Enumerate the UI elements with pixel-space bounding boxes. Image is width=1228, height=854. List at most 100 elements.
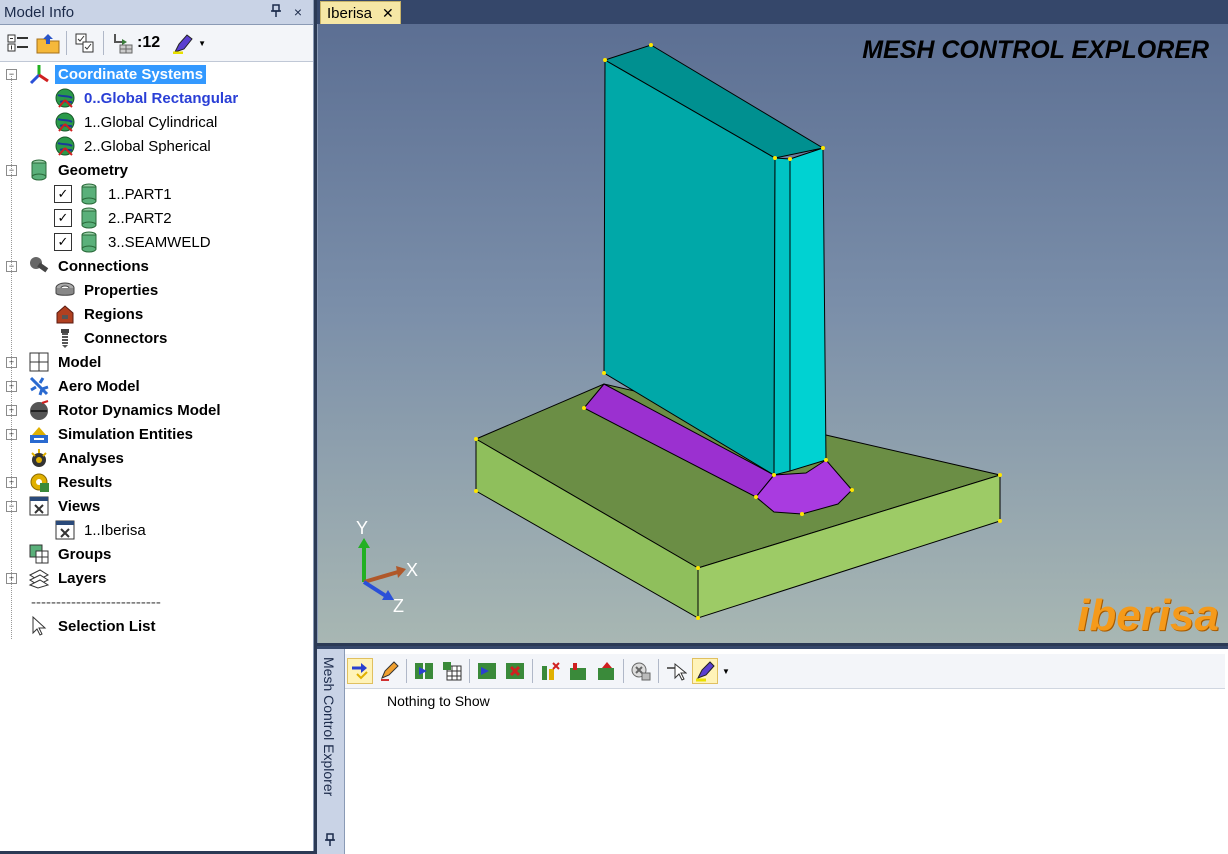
tree-item-seamweld[interactable]: ✓ 3..SEAMWELD	[54, 230, 214, 254]
globe-axes-icon	[54, 135, 76, 157]
tree-item-label: Layers	[58, 569, 107, 587]
axis-label-z: Z	[393, 596, 404, 616]
chevron-down-icon[interactable]: ▼	[198, 39, 206, 48]
pencil-edit-icon[interactable]	[377, 659, 401, 683]
fin-side-face-2	[789, 147, 827, 472]
nut-icon	[54, 279, 76, 301]
count-label: :12	[137, 34, 161, 51]
tree-item-label: Connectors	[84, 329, 168, 347]
tree-item-part2[interactable]: ✓ 2..PART2	[54, 206, 175, 230]
3d-viewport[interactable]: Y X Z MESH CONTROL EXPLORER iberisa	[317, 24, 1228, 643]
view-icon	[28, 495, 50, 517]
mesh-import-icon[interactable]	[566, 659, 590, 683]
tree-item-separator[interactable]: --------------------------	[28, 590, 164, 614]
tab-label: Iberisa	[327, 5, 373, 22]
tree-item-geometry[interactable]: Geometry	[28, 158, 131, 182]
tree-item-label: Properties	[84, 281, 159, 299]
explorer-pin-icon[interactable]	[324, 833, 336, 850]
expand-tree-icon[interactable]	[6, 31, 30, 55]
layer-tree-icon[interactable]	[110, 31, 134, 55]
tree-item-label: 3..SEAMWELD	[108, 233, 211, 251]
tree-item-label: Analyses	[58, 449, 124, 467]
axis-label-x: X	[406, 560, 419, 580]
tree-item-label: 2..Global Spherical	[84, 137, 211, 155]
mesh-delete-icon[interactable]	[503, 659, 527, 683]
tab-iberisa[interactable]: Iberisa ✕	[320, 1, 401, 25]
explorer-toolbar: ▼	[345, 654, 1225, 689]
tree-item-part1[interactable]: ✓ 1..PART1	[54, 182, 175, 206]
explorer-title: Mesh Control Explorer	[321, 657, 337, 797]
axis-label-y: Y	[356, 518, 369, 538]
cylinder-icon	[78, 183, 100, 205]
mesh-export-icon[interactable]	[594, 659, 618, 683]
rotor-icon	[28, 399, 50, 421]
plane-icon	[28, 375, 50, 397]
tree-item-global-rectangular[interactable]: 0..Global Rectangular	[54, 86, 241, 110]
globe-axes-icon	[54, 111, 76, 133]
tree-item-label: Simulation Entities	[58, 425, 194, 443]
tree-item-label: Groups	[58, 545, 112, 563]
tree-item-label: Aero Model	[58, 377, 140, 395]
mesh-bars-icon[interactable]	[538, 659, 562, 683]
explorer-chevron-down-icon[interactable]: ▼	[722, 667, 730, 676]
visibility-checkbox[interactable]: ✓	[54, 209, 72, 227]
simulation-icon	[28, 423, 50, 445]
tree-item-groups[interactable]: Groups	[28, 542, 114, 566]
tree-item-label: Connections	[58, 257, 149, 275]
results-icon	[28, 471, 50, 493]
check-list-icon[interactable]	[73, 31, 97, 55]
tree-item-label: Results	[58, 473, 113, 491]
tree-item-properties[interactable]: Properties	[54, 278, 161, 302]
visibility-checkbox[interactable]: ✓	[54, 185, 72, 203]
tree-item-iberisa-view[interactable]: 1..Iberisa	[54, 518, 149, 542]
mesh-apply-icon[interactable]	[475, 659, 499, 683]
tree-item-regions[interactable]: Regions	[54, 302, 146, 326]
model-info-panel: Model Info × :12 ▼ − Coordinate Systems 0.…	[0, 0, 314, 851]
bolt-icon	[54, 327, 76, 349]
tree-item-views[interactable]: Views	[28, 494, 103, 518]
tree-item-coordinate-systems[interactable]: Coordinate Systems	[28, 62, 207, 86]
tree-item-results[interactable]: Results	[28, 470, 115, 494]
brand-logo: iberisa	[1077, 591, 1219, 640]
tree-item-label: 1..Iberisa	[84, 521, 146, 539]
tree-item-label: Rotor Dynamics Model	[58, 401, 221, 419]
open-folder-icon[interactable]	[36, 31, 60, 55]
tree-item-connectors[interactable]: Connectors	[54, 326, 170, 350]
viewport-overlay-title: MESH CONTROL EXPLORER	[862, 36, 1209, 64]
panel-title: Model Info	[4, 3, 75, 21]
tree-item-layers[interactable]: Layers	[28, 566, 109, 590]
mesh-grid-icon[interactable]	[440, 659, 464, 683]
layers-icon	[28, 567, 50, 589]
tree-item-model[interactable]: Model	[28, 350, 104, 374]
document-tab-strip: Iberisa ✕	[317, 0, 1228, 25]
tree-item-label: Geometry	[58, 161, 129, 179]
grid-icon	[28, 351, 50, 373]
arrow-select-icon[interactable]	[347, 658, 373, 684]
groups-icon	[28, 543, 50, 565]
explorer-side-tab[interactable]: Mesh Control Explorer	[317, 649, 345, 854]
tree-item-selection-list[interactable]: Selection List	[28, 614, 159, 638]
explorer-highlighter-icon[interactable]	[692, 658, 718, 684]
axis-triad	[358, 538, 406, 600]
tree-item-connections[interactable]: Connections	[28, 254, 152, 278]
cylinder-icon	[78, 207, 100, 229]
tab-close-icon[interactable]: ✕	[382, 5, 394, 22]
tree-item-rotor-dynamics[interactable]: Rotor Dynamics Model	[28, 398, 224, 422]
pin-icon[interactable]	[265, 3, 287, 21]
region-icon	[54, 303, 76, 325]
tree-item-aero-model[interactable]: Aero Model	[28, 374, 143, 398]
close-icon[interactable]: ×	[287, 4, 309, 20]
tree-item-simulation-entities[interactable]: Simulation Entities	[28, 422, 196, 446]
clear-filter-icon[interactable]	[629, 659, 653, 683]
tree-item-analyses[interactable]: Analyses	[28, 446, 127, 470]
tree-item-label: Selection List	[58, 617, 156, 635]
tree-item-global-spherical[interactable]: 2..Global Spherical	[54, 134, 214, 158]
model-render	[358, 43, 1002, 620]
mesh-forward-icon[interactable]	[412, 659, 436, 683]
highlighter-icon[interactable]	[171, 31, 195, 55]
tree-item-global-cylindrical[interactable]: 1..Global Cylindrical	[54, 110, 220, 134]
visibility-checkbox[interactable]: ✓	[54, 233, 72, 251]
view-icon	[54, 519, 76, 541]
pointer-select-icon[interactable]	[664, 659, 688, 683]
analysis-icon	[28, 447, 50, 469]
